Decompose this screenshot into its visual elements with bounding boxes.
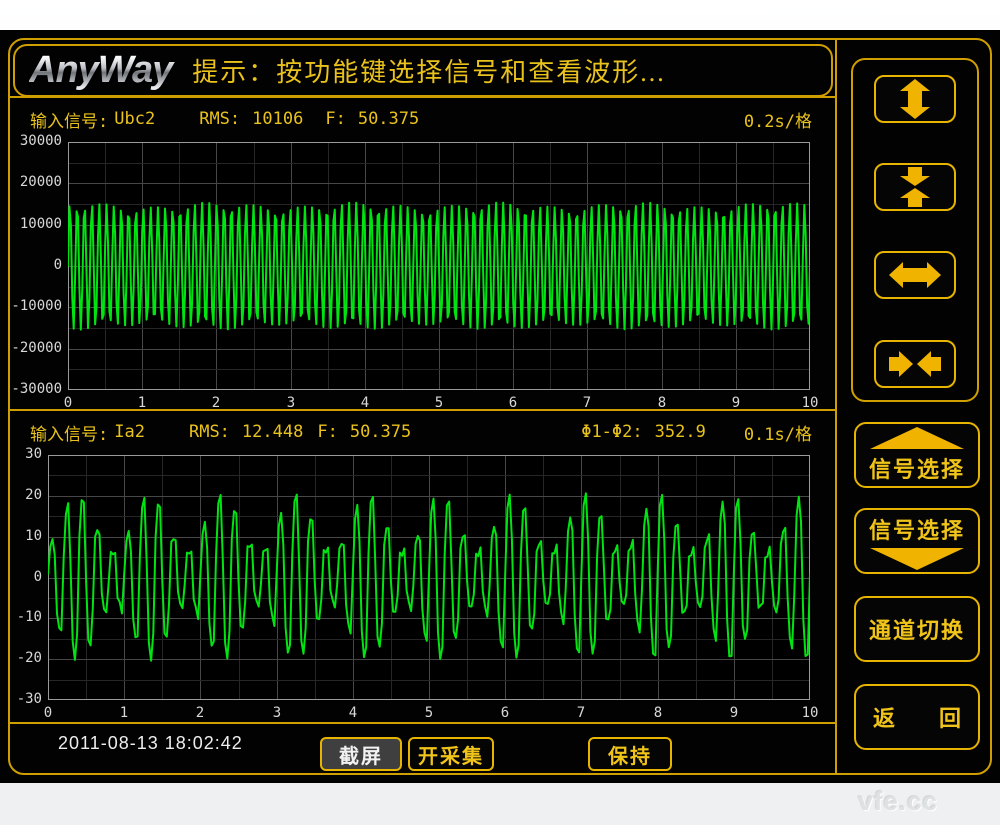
compress-vertical-icon — [892, 167, 938, 207]
x-axis-tick-label: 8 — [646, 395, 678, 411]
x-axis-tick-label: 10 — [794, 395, 826, 411]
panel1-freq-label: F: — [325, 109, 345, 129]
x-axis-tick-label: 6 — [489, 705, 521, 721]
x-axis-tick-label: 1 — [108, 705, 140, 721]
y-axis-tick-label: 30 — [8, 446, 42, 462]
x-axis-tick-label: 10 — [794, 705, 826, 721]
back-button[interactable]: 返回 — [854, 684, 980, 750]
y-axis-tick-label: -10000 — [8, 298, 62, 314]
signal-select-up-button[interactable]: 信号选择 — [854, 422, 980, 488]
panel2-signal-label: 输入信号: — [30, 420, 108, 445]
y-axis-tick-label: 20000 — [8, 174, 62, 190]
x-axis-tick-label: 9 — [718, 705, 750, 721]
watermark: vfe.cc — [858, 786, 938, 817]
y-axis-tick-label: -10 — [8, 609, 42, 625]
x-axis-tick-label: 7 — [565, 705, 597, 721]
y-axis-tick-label: -20 — [8, 650, 42, 666]
x-axis-tick-label: 1 — [126, 395, 158, 411]
hint-text: 提示：按功能键选择信号和查看波形... — [192, 52, 666, 89]
panel2-phase-value: 352.9 — [655, 422, 706, 442]
anyway-logo: AnyWay — [29, 49, 178, 92]
panel1-signal-label: 输入信号: — [30, 107, 108, 132]
signal-select-down-label: 信号选择 — [869, 513, 965, 545]
panel1-header: 输入信号: Ubc2 RMS: 10106 F: 50.375 0.2s/格 — [30, 108, 812, 130]
x-axis-tick-label: 4 — [349, 395, 381, 411]
panel2-timebase: 0.1s/格 — [744, 420, 812, 445]
x-axis-tick-label: 9 — [720, 395, 752, 411]
timestamp: 2011-08-13 18:02:42 — [58, 733, 243, 754]
screenshot-button[interactable]: 截屏 — [320, 737, 402, 771]
y-axis-tick-label: 10000 — [8, 216, 62, 232]
compress-horizontal-button[interactable] — [874, 340, 956, 388]
panel2-freq-value: 50.375 — [350, 422, 411, 442]
x-axis-tick-label: 8 — [642, 705, 674, 721]
compress-vertical-button[interactable] — [874, 163, 956, 211]
bottombar-divider — [9, 722, 836, 724]
y-axis-tick-label: 20 — [8, 487, 42, 503]
panel2-rms-label: RMS: — [189, 422, 230, 442]
compress-horizontal-icon — [889, 346, 941, 382]
panel2-signal-value: Ia2 — [114, 422, 145, 442]
hold-button-label: 保持 — [608, 740, 652, 769]
panel1-freq-value: 50.375 — [358, 109, 419, 129]
x-axis-tick-label: 2 — [200, 395, 232, 411]
panel2-freq-label: F: — [317, 422, 337, 442]
start-acquisition-button[interactable]: 开采集 — [408, 737, 494, 771]
instrument-screen: AnyWay 提示：按功能键选择信号和查看波形... 输入信号: Ubc2 RM… — [0, 30, 1000, 783]
back-label: 返回 — [873, 701, 1000, 733]
y-axis-tick-label: 10 — [8, 528, 42, 544]
signal-select-up-label: 信号选择 — [869, 452, 965, 484]
x-axis-tick-label: 5 — [413, 705, 445, 721]
expand-vertical-icon — [892, 79, 938, 119]
triangle-up-icon — [870, 427, 964, 449]
x-axis-tick-label: 3 — [275, 395, 307, 411]
hold-button[interactable]: 保持 — [588, 737, 672, 771]
screenshot-button-label: 截屏 — [339, 740, 383, 769]
header: AnyWay 提示：按功能键选择信号和查看波形... — [13, 44, 833, 97]
waveform-plot-ia2 — [48, 455, 810, 700]
x-axis-tick-label: 4 — [337, 705, 369, 721]
panel1-rms-value: 10106 — [252, 109, 303, 129]
panel2-header: 输入信号: Ia2 RMS: 12.448 F: 50.375 Φ1-Φ2: 3… — [30, 421, 812, 443]
x-axis-tick-label: 6 — [497, 395, 529, 411]
x-axis-tick-label: 7 — [571, 395, 603, 411]
triangle-down-icon — [870, 548, 964, 570]
channel-switch-label: 通道切换 — [869, 613, 965, 645]
signal-select-down-button[interactable]: 信号选择 — [854, 508, 980, 574]
expand-vertical-button[interactable] — [874, 75, 956, 123]
start-acquisition-button-label: 开采集 — [418, 740, 484, 769]
x-axis-tick-label: 2 — [184, 705, 216, 721]
x-axis-tick-label: 5 — [423, 395, 455, 411]
x-axis-tick-label: 3 — [261, 705, 293, 721]
page-background: AnyWay 提示：按功能键选择信号和查看波形... 输入信号: Ubc2 RM… — [0, 0, 1000, 825]
panel1-signal-value: Ubc2 — [114, 109, 155, 129]
panel1-rms-label: RMS: — [199, 109, 240, 129]
panel2-rms-value: 12.448 — [242, 422, 303, 442]
waveform-plot-ubc2 — [68, 142, 810, 390]
right-column-divider — [835, 39, 837, 774]
channel-switch-button[interactable]: 通道切换 — [854, 596, 980, 662]
y-axis-tick-label: -20000 — [8, 340, 62, 356]
y-axis-tick-label: 30000 — [8, 133, 62, 149]
y-axis-tick-label: 0 — [8, 569, 42, 585]
expand-horizontal-button[interactable] — [874, 251, 956, 299]
panel1-timebase: 0.2s/格 — [744, 107, 812, 132]
x-axis-tick-label: 0 — [32, 705, 64, 721]
expand-horizontal-icon — [889, 257, 941, 293]
panel2-phase-label: Φ1-Φ2: — [581, 422, 642, 442]
x-axis-tick-label: 0 — [52, 395, 84, 411]
y-axis-tick-label: 0 — [8, 257, 62, 273]
